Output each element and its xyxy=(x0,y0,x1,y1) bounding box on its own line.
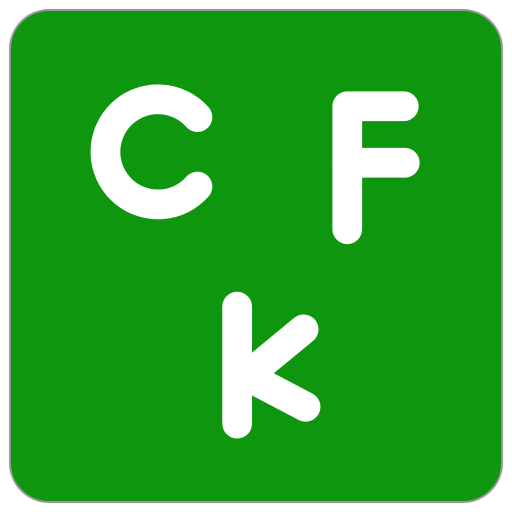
letter-f xyxy=(332,91,420,245)
letter-c xyxy=(90,84,213,220)
letter-c-stroke xyxy=(90,84,213,220)
cfk-app-icon: C F K xyxy=(9,9,503,503)
letters-canvas xyxy=(90,84,420,439)
letter-k-arms-stroke xyxy=(232,314,321,422)
letter-k xyxy=(222,291,321,439)
